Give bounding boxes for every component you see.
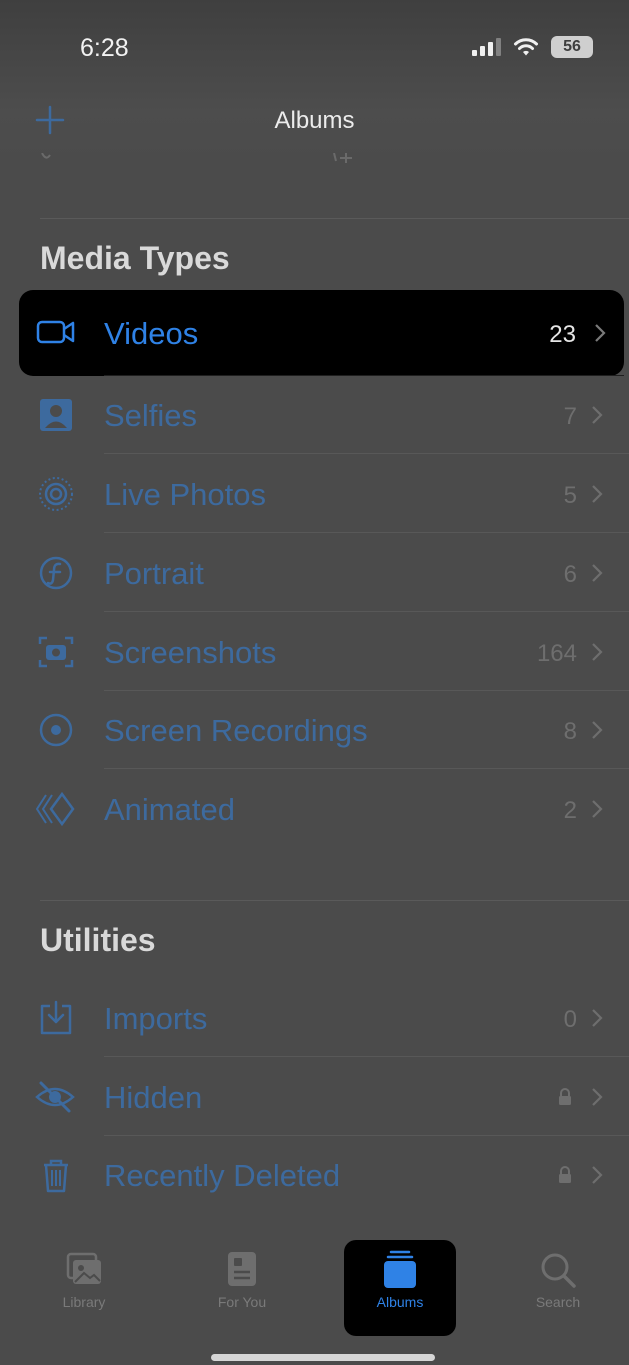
album-count: 23 [549,321,576,348]
divider [104,453,629,454]
tab-label: Library [62,1294,106,1310]
album-label: Screen Recordings [104,713,368,748]
selfie-portrait-icon [40,399,72,431]
import-tray-icon [40,1000,72,1035]
chevron-right-icon [592,406,603,424]
tab-search[interactable]: Search [502,1240,614,1336]
album-label: Imports [104,1001,208,1036]
page-title: Albums [274,107,355,134]
cellular-signal-icon [472,38,501,56]
album-label: Live Photos [104,477,266,512]
trash-icon [44,1159,68,1193]
divider [40,218,629,219]
chevron-right-icon [592,800,603,818]
photo-library-icon [66,1252,101,1284]
album-row-live-photos[interactable]: Live Photos 5 [0,455,629,533]
album-row-portrait[interactable]: Portrait 6 [0,534,629,612]
album-row-animated[interactable]: Animated 2 [0,770,629,848]
chevron-right-icon [592,485,603,503]
album-row-screen-recordings[interactable]: Screen Recordings 8 [0,691,629,769]
albums-stack-icon [384,1250,416,1288]
lock-icon [559,1088,571,1105]
live-photo-icon [39,477,73,511]
screenshot-icon [38,636,74,668]
tab-albums[interactable]: Albums [344,1240,456,1336]
header-background [0,0,629,160]
album-row-screenshots[interactable]: Screenshots 164 [0,613,629,691]
tab-label: For You [217,1294,267,1310]
album-count: 164 [536,640,577,667]
album-label: Screenshots [104,635,277,670]
chevron-right-icon [595,324,606,342]
album-label: Selfies [104,398,198,433]
album-row-recently-deleted[interactable]: Recently Deleted [0,1136,629,1214]
tab-for-you[interactable]: For You [186,1240,298,1336]
divider [104,1056,629,1057]
tab-library[interactable]: Library [28,1240,140,1336]
section-title-utilities: Utilities [40,922,156,958]
album-count: 0 [563,1006,577,1033]
album-count: 5 [563,482,577,509]
album-label: Portrait [104,556,204,591]
battery-indicator: 56 [551,36,593,58]
eye-slash-icon [35,1081,75,1113]
status-time: 6:28 [80,34,129,62]
chevron-right-icon [592,1166,603,1184]
album-label: Hidden [104,1080,203,1115]
tab-label: Search [535,1294,581,1310]
tab-bar: Library For You Albums Search [0,1230,629,1365]
chevron-right-icon [592,1009,603,1027]
chevron-right-icon [592,643,603,661]
album-label: Videos [104,316,199,351]
video-camera-icon [36,320,75,344]
album-row-selfies[interactable]: Selfies 7 [0,376,629,454]
album-row-imports[interactable]: Imports 0 [0,979,629,1057]
album-count: 2 [563,797,577,824]
screen-recording-icon [39,713,73,747]
album-label: Recently Deleted [104,1158,341,1193]
albums-screen: 6:28 56 Albums Media Types Videos 23 Sel… [0,0,629,1365]
album-count: 6 [563,561,577,588]
chevron-right-icon [592,564,603,582]
divider [104,768,629,769]
tab-label: Albums [376,1294,424,1310]
chevron-right-icon [592,1088,603,1106]
section-title-media-types: Media Types [40,240,230,276]
status-indicators: 56 [472,36,593,58]
magnifier-icon [541,1253,576,1288]
wifi-icon [514,38,538,56]
home-indicator [211,1354,435,1361]
lock-icon [559,1166,571,1183]
album-count: 8 [563,718,577,745]
album-row-videos[interactable]: Videos 23 [19,290,624,376]
chevron-right-icon [592,721,603,739]
animated-layers-icon [36,791,75,827]
portrait-aperture-icon [39,556,73,590]
divider [40,900,629,901]
album-row-hidden[interactable]: Hidden [0,1058,629,1136]
album-count: 7 [563,403,577,430]
scrolled-content-edge [0,153,629,167]
divider [104,532,629,533]
for-you-icon [228,1252,256,1286]
album-label: Animated [104,792,235,827]
divider [104,611,629,612]
